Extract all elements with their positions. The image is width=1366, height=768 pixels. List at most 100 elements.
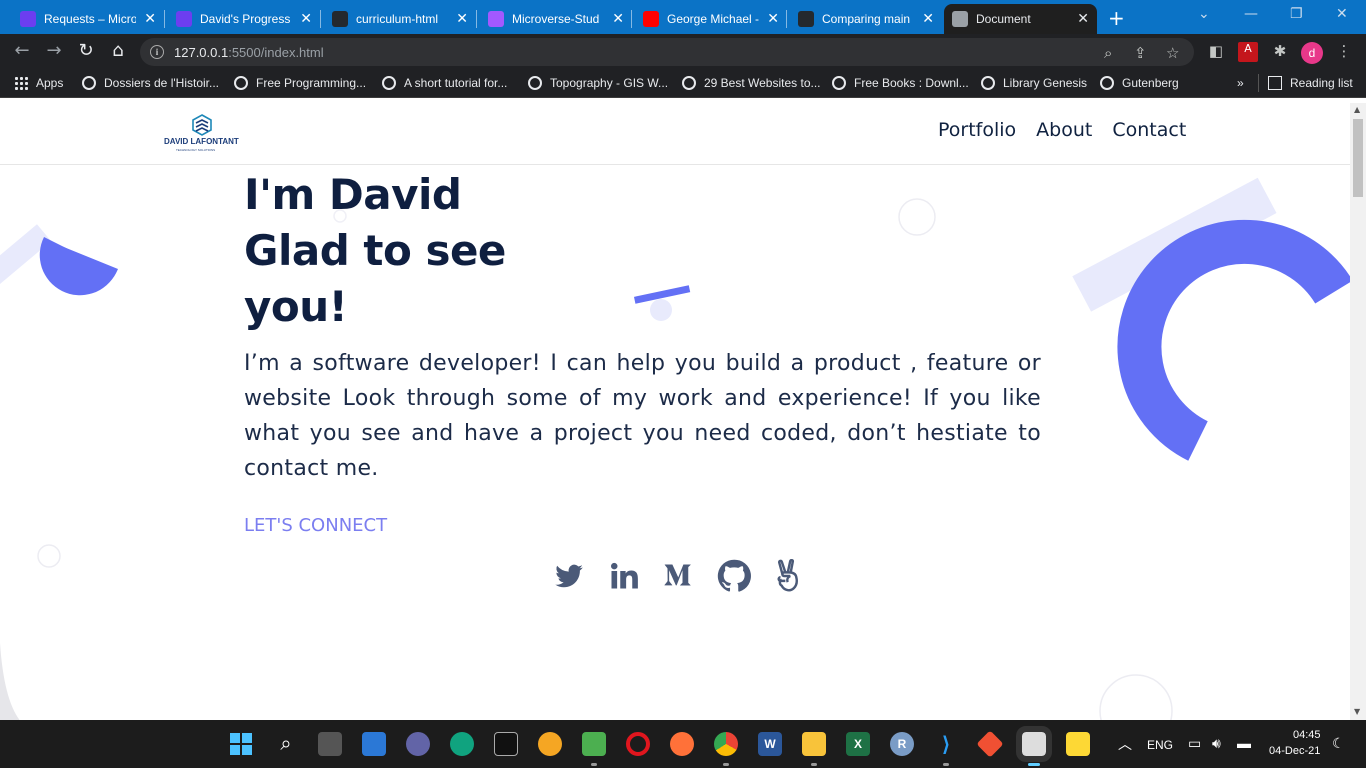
tab-separator xyxy=(631,10,632,28)
firefox-icon[interactable] xyxy=(670,732,694,756)
nav-contact[interactable]: Contact xyxy=(1112,119,1186,141)
bookmark-label: Free Programming... xyxy=(256,76,367,90)
url-host: 127.0.0.1 xyxy=(174,44,229,60)
close-window-button[interactable]: ✕ xyxy=(1336,6,1348,22)
bookmark-item[interactable]: Library Genesis xyxy=(981,76,1087,90)
bookmark-item[interactable]: Topography - GIS W... xyxy=(528,76,668,90)
scroll-up-arrow[interactable]: ▲ xyxy=(1354,105,1360,114)
file-explorer-icon[interactable] xyxy=(802,732,826,756)
bookmark-item[interactable]: Dossiers de l'Histoir... xyxy=(82,76,219,90)
close-icon[interactable]: ✕ xyxy=(612,10,624,27)
page-viewport: DAVID LAFONTANT TECHNOLOGY SOLUTIONS Por… xyxy=(0,103,1350,720)
apps-grid-icon xyxy=(14,76,28,90)
clock-time[interactable]: 04:45 xyxy=(1293,729,1321,741)
notifications-icon[interactable]: ☾ xyxy=(1332,735,1345,752)
excel-icon[interactable]: X xyxy=(846,732,870,756)
extension-icon[interactable]: ◧ xyxy=(1206,42,1226,62)
bookmark-star-icon[interactable]: ☆ xyxy=(1166,44,1179,62)
share-icon[interactable]: ⇪ xyxy=(1134,44,1147,62)
close-icon[interactable]: ✕ xyxy=(767,10,779,27)
scroll-thumb[interactable] xyxy=(1353,119,1363,197)
deco-bottom-left-curve xyxy=(0,643,20,720)
bookmark-item[interactable]: Gutenberg xyxy=(1100,76,1179,90)
hero-line-2: Glad to see xyxy=(244,226,506,275)
search-icon[interactable]: ⌕ xyxy=(274,732,298,756)
nav-portfolio[interactable]: Portfolio xyxy=(938,119,1016,141)
minimize-button[interactable]: — xyxy=(1244,6,1258,22)
bookmark-label: Library Genesis xyxy=(1003,76,1088,90)
github-icon[interactable] xyxy=(716,558,752,594)
profile-avatar[interactable]: d xyxy=(1301,42,1323,64)
acrobat-icon[interactable]: A xyxy=(1238,42,1258,62)
reading-list-button[interactable]: Reading list xyxy=(1268,76,1353,90)
tab-search-icon[interactable]: ⌄ xyxy=(1198,6,1210,22)
bookmark-item[interactable]: Apps xyxy=(14,76,63,90)
linkedin-icon[interactable] xyxy=(606,558,642,594)
tab-4[interactable]: Microverse-Stud ✕ xyxy=(480,4,632,34)
tab-1[interactable]: Requests – Micro ✕ xyxy=(12,4,164,34)
sticky-notes-icon[interactable] xyxy=(1066,732,1090,756)
battery-icon[interactable]: ▬ xyxy=(1237,735,1251,751)
snipping-tool-icon[interactable] xyxy=(1016,726,1052,762)
clock-date[interactable]: 04-Dec-21 xyxy=(1269,745,1320,757)
angellist-icon[interactable] xyxy=(771,558,807,594)
zoom-icon[interactable]: ⌕ xyxy=(1104,44,1112,62)
twitter-icon[interactable] xyxy=(551,558,587,594)
terminal-icon[interactable] xyxy=(494,732,518,756)
back-button[interactable]: ← xyxy=(10,40,34,61)
tab-2[interactable]: David's Progress ✕ xyxy=(168,4,320,34)
forward-button[interactable]: → xyxy=(42,40,66,61)
task-view-icon[interactable] xyxy=(318,732,342,756)
tab-5[interactable]: George Michael - ✕ xyxy=(635,4,787,34)
deco-outline-circle-bottom xyxy=(1099,674,1173,720)
teams-chat-icon[interactable] xyxy=(406,732,430,756)
menu-kebab-icon[interactable]: ⋮ xyxy=(1334,42,1354,62)
scroll-down-arrow[interactable]: ▼ xyxy=(1354,707,1360,716)
close-icon[interactable]: ✕ xyxy=(144,10,156,27)
home-icon[interactable]: ⌂ xyxy=(106,40,130,61)
browser-toolbar: ← → ↻ ⌂ i 127.0.0.1:5500/index.html ⌕ ⇪ … xyxy=(0,34,1366,70)
reload-button[interactable]: ↻ xyxy=(74,40,98,61)
tab-3[interactable]: curriculum-html ✕ xyxy=(324,4,476,34)
extensions-puzzle-icon[interactable]: ✱ xyxy=(1270,42,1290,62)
youtube-icon xyxy=(643,11,659,27)
medium-icon[interactable] xyxy=(661,558,697,594)
notepad-plus-icon[interactable] xyxy=(582,732,606,756)
opera-icon[interactable] xyxy=(626,732,650,756)
close-icon[interactable]: ✕ xyxy=(1077,10,1089,27)
chrome-icon[interactable] xyxy=(714,732,738,756)
tab-label: curriculum-html xyxy=(356,12,439,26)
microverse-icon xyxy=(20,11,36,27)
bookmark-item[interactable]: Free Programming... xyxy=(234,76,366,90)
bookmark-item[interactable]: A short tutorial for... xyxy=(382,76,507,90)
maximize-button[interactable]: ❐ xyxy=(1290,6,1303,22)
bookmark-item[interactable]: Free Books : Downl... xyxy=(832,76,969,90)
site-info-icon[interactable]: i xyxy=(150,45,164,59)
vscode-icon[interactable]: ⟩ xyxy=(934,732,958,756)
r-icon[interactable]: R xyxy=(890,732,914,756)
close-icon[interactable]: ✕ xyxy=(300,10,312,27)
hero-intro: I’m a software developer! I can help you… xyxy=(244,351,1041,481)
brave-icon[interactable] xyxy=(538,732,562,756)
tab-6[interactable]: Comparing main ✕ xyxy=(790,4,942,34)
address-bar[interactable]: i 127.0.0.1:5500/index.html ⌕ ⇪ ☆ xyxy=(140,38,1194,66)
tab-7[interactable]: Document ✕ xyxy=(944,4,1097,34)
start-icon[interactable] xyxy=(229,732,253,756)
git-icon[interactable] xyxy=(976,730,1004,758)
bookmarks-overflow-button[interactable]: » xyxy=(1237,76,1244,90)
word-icon[interactable]: W xyxy=(758,732,782,756)
language-indicator[interactable]: ENG xyxy=(1147,738,1173,752)
new-tab-button[interactable]: + xyxy=(1108,6,1125,30)
site-logo[interactable]: DAVID LAFONTANT TECHNOLOGY SOLUTIONS xyxy=(162,111,242,155)
close-icon[interactable]: ✕ xyxy=(456,10,468,27)
tab-label: Comparing main xyxy=(822,12,911,26)
page-scrollbar[interactable]: ▲ ▼ xyxy=(1350,103,1366,720)
chevron-up-icon[interactable]: ︿ xyxy=(1118,734,1132,754)
nav-about[interactable]: About xyxy=(1036,119,1092,141)
atom-icon[interactable] xyxy=(450,732,474,756)
volume-icon[interactable]: 🔊︎ xyxy=(1212,735,1221,752)
close-icon[interactable]: ✕ xyxy=(922,10,934,27)
network-icon[interactable]: ▭ xyxy=(1188,735,1201,752)
widgets-icon[interactable] xyxy=(362,732,386,756)
bookmark-item[interactable]: 29 Best Websites to... xyxy=(682,76,821,90)
